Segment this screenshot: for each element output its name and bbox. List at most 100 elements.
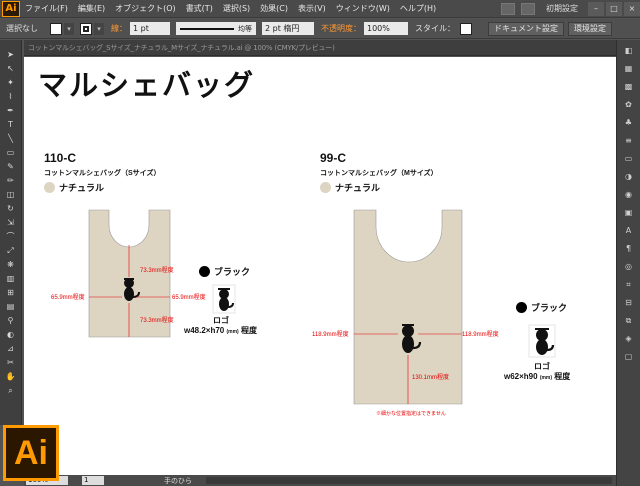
scissors-icon[interactable]: ✂ bbox=[3, 356, 19, 369]
dim-top-label: 73.3mm程度 bbox=[140, 266, 174, 274]
opacity-field[interactable]: 100% bbox=[364, 22, 408, 35]
rectangle-icon[interactable]: ▭ bbox=[3, 146, 19, 159]
logo-size: w62×h90 (mm) 程度 bbox=[504, 371, 570, 382]
line-icon[interactable]: ╲ bbox=[3, 132, 19, 145]
gradient-icon[interactable]: ▤ bbox=[3, 300, 19, 313]
document-setup-button[interactable]: ドキュメント設定 bbox=[488, 21, 564, 36]
swatches-icon[interactable]: ▩ bbox=[621, 81, 637, 93]
opacity-label[interactable]: 不透明度： bbox=[318, 23, 364, 34]
zoom-icon[interactable]: ⌕ bbox=[3, 384, 19, 397]
blend-icon[interactable]: ◐ bbox=[3, 328, 19, 341]
natural-swatch bbox=[44, 182, 55, 193]
logo-size-value: w48.2×h70 bbox=[184, 326, 225, 335]
menu-file[interactable]: ファイル(F) bbox=[20, 0, 73, 18]
logo-size-unit: (mm) bbox=[226, 329, 239, 335]
pen-icon[interactable]: ✒ bbox=[3, 104, 19, 117]
paragraph-icon[interactable]: ¶ bbox=[621, 243, 637, 255]
horizontal-scrollbar[interactable] bbox=[206, 477, 612, 484]
pathfinder-icon[interactable]: ⧉ bbox=[621, 315, 637, 327]
artboards-icon[interactable]: ▢ bbox=[621, 351, 637, 363]
direct-selection-icon[interactable]: ↖ bbox=[3, 62, 19, 75]
gradient-panel-icon[interactable]: ▭ bbox=[621, 153, 637, 165]
control-bar: 選択なし ▾ ▾ 線： 1 pt 均等 2 pt 楕円 不透明度： 100% ス… bbox=[0, 19, 640, 39]
menu-window[interactable]: ウィンドウ(W) bbox=[331, 0, 395, 18]
close-icon[interactable]: × bbox=[624, 1, 640, 16]
hand-icon[interactable]: ✋ bbox=[3, 370, 19, 383]
dim-left-label: 118.9mm程度 bbox=[312, 330, 349, 338]
scale-icon[interactable]: ⇲ bbox=[3, 216, 19, 229]
brush-definition[interactable]: 2 pt 楕円 bbox=[262, 22, 314, 35]
logo-thumbnail bbox=[528, 324, 556, 358]
tools-panel: ➤ ↖ ✦ ⌇ ✒ T ╲ ▭ ✎ ✏ ◫ ↻ ⇲ ⌒ ⤢ ❋ ▥ ⊞ ▤ ⚲ … bbox=[0, 40, 22, 425]
transform-icon[interactable]: ⌗ bbox=[621, 279, 637, 291]
align-icon[interactable]: ⊟ bbox=[621, 297, 637, 309]
lasso-icon[interactable]: ⌇ bbox=[3, 90, 19, 103]
app-logo: Ai bbox=[2, 0, 20, 17]
eraser-icon[interactable]: ◫ bbox=[3, 188, 19, 201]
slice-icon[interactable]: ⊿ bbox=[3, 342, 19, 355]
profile-line bbox=[180, 27, 234, 30]
dim-left-label: 65.9mm程度 bbox=[51, 293, 85, 301]
workspace-switcher[interactable]: 初期設定 bbox=[538, 3, 586, 14]
document-tab[interactable]: コットンマルシェバッグ_Sサイズ_ナチュラル_Mサイズ_ナチュラル.ai @ 1… bbox=[24, 40, 624, 56]
selection-tool-icon[interactable]: ➤ bbox=[3, 48, 19, 61]
magic-wand-icon[interactable]: ✦ bbox=[3, 76, 19, 89]
character-icon[interactable]: A bbox=[621, 225, 637, 237]
menu-object[interactable]: オブジェクト(O) bbox=[110, 0, 181, 18]
opentype-icon[interactable]: ◎ bbox=[621, 261, 637, 273]
black-swatch bbox=[199, 266, 210, 277]
dim-bottom-label: 130.1mm程度 bbox=[412, 373, 449, 381]
illustrator-logo: Ai bbox=[3, 425, 59, 481]
eyedropper-icon[interactable]: ⚲ bbox=[3, 314, 19, 327]
panel-dock: ◧ ▦ ▩ ✿ ♣ ≡ ▭ ◑ ◉ ▣ A ¶ ◎ ⌗ ⊟ ⧉ ◈ ▢ bbox=[616, 40, 640, 486]
color-panel-icon[interactable]: ◧ bbox=[621, 45, 637, 57]
pencil-icon[interactable]: ✏ bbox=[3, 174, 19, 187]
graph-icon[interactable]: ▥ bbox=[3, 272, 19, 285]
layers-icon[interactable]: ◈ bbox=[621, 333, 637, 345]
logo-size-unit: (mm) bbox=[539, 375, 553, 381]
mesh-icon[interactable]: ⊞ bbox=[3, 286, 19, 299]
maximize-icon[interactable]: □ bbox=[606, 1, 622, 16]
artboard[interactable]: マルシェバッグ 110-C コットンマルシェバッグ（Sサイズ） ナチュラル 73… bbox=[24, 57, 616, 475]
variable-width-profile[interactable]: 均等 bbox=[176, 22, 256, 35]
symbols-icon[interactable]: ♣ bbox=[621, 117, 637, 129]
type-icon[interactable]: T bbox=[3, 118, 19, 131]
stroke-dropdown-icon[interactable]: ▾ bbox=[94, 22, 104, 35]
fill-dropdown-icon[interactable]: ▾ bbox=[64, 22, 74, 35]
color-guide-icon[interactable]: ▦ bbox=[621, 63, 637, 75]
free-transform-icon[interactable]: ⤢ bbox=[3, 244, 19, 257]
arrange-documents-icon[interactable] bbox=[521, 2, 535, 15]
rotate-icon[interactable]: ↻ bbox=[3, 202, 19, 215]
logo-size: w48.2×h70 (mm) 程度 bbox=[184, 325, 257, 336]
menu-effect[interactable]: 効果(C) bbox=[255, 0, 293, 18]
transparency-icon[interactable]: ◑ bbox=[621, 171, 637, 183]
graphic-style-swatch[interactable] bbox=[460, 22, 472, 35]
stroke-weight-field[interactable]: 1 pt bbox=[130, 22, 170, 35]
menu-select[interactable]: 選択(S) bbox=[218, 0, 255, 18]
logo-size-suffix: 程度 bbox=[240, 326, 257, 335]
bag-medium-diagram: 118.9mm程度 118.9mm程度 130.1mm程度 bbox=[312, 209, 499, 405]
menu-edit[interactable]: 編集(E) bbox=[73, 0, 110, 18]
stroke-swatch[interactable] bbox=[80, 22, 92, 35]
warp-icon[interactable]: ⌒ bbox=[3, 230, 19, 243]
fill-swatch[interactable] bbox=[50, 22, 62, 35]
menu-type[interactable]: 書式(T) bbox=[181, 0, 218, 18]
menu-help[interactable]: ヘルプ(H) bbox=[395, 0, 441, 18]
brushes-icon[interactable]: ✿ bbox=[621, 99, 637, 111]
current-tool-status: 手のひら bbox=[164, 476, 192, 485]
appearance-icon[interactable]: ◉ bbox=[621, 189, 637, 201]
bridge-icon[interactable] bbox=[501, 2, 515, 15]
product-name: コットンマルシェバッグ（Sサイズ） bbox=[44, 170, 161, 177]
logo-size-value: w62×h90 bbox=[504, 372, 538, 381]
logo-size-suffix: 程度 bbox=[554, 372, 571, 381]
stroke-label[interactable]: 線： bbox=[108, 23, 130, 34]
stroke-panel-icon[interactable]: ≡ bbox=[621, 135, 637, 147]
graphic-styles-icon[interactable]: ▣ bbox=[621, 207, 637, 219]
menu-view[interactable]: 表示(V) bbox=[293, 0, 331, 18]
artboard-navigator[interactable]: 1 bbox=[82, 476, 104, 485]
symbol-sprayer-icon[interactable]: ❋ bbox=[3, 258, 19, 271]
paintbrush-icon[interactable]: ✎ bbox=[3, 160, 19, 173]
product-code: 110-C bbox=[44, 151, 77, 165]
preferences-button[interactable]: 環境設定 bbox=[568, 21, 612, 36]
minimize-icon[interactable]: – bbox=[588, 1, 604, 16]
